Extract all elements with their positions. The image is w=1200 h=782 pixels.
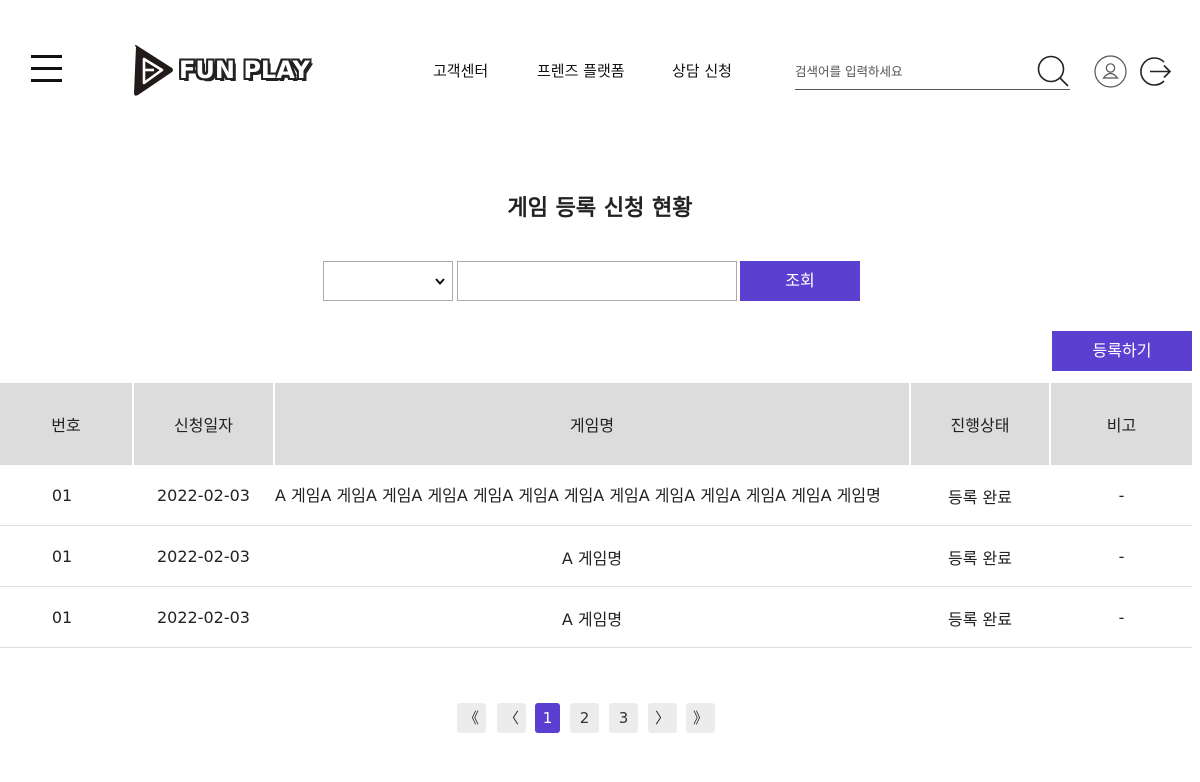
table-header: 번호 신청일자 게임명 진행상태 비고: [0, 383, 1192, 465]
search-submit-button[interactable]: 조회: [740, 261, 860, 301]
table-row[interactable]: 01 2022-02-03 A 게임명 등록 완료 -: [0, 526, 1192, 587]
nav-consultation[interactable]: 상담 신청: [672, 60, 732, 81]
row-status: 등록 완료: [948, 548, 1012, 568]
row-game-name[interactable]: A 게임A 게임A 게임A 게임A 게임A 게임A 게임A 게임A 게임A 게임…: [275, 465, 907, 526]
row-date: 2022-02-03: [157, 608, 250, 627]
register-button[interactable]: 등록하기: [1052, 331, 1192, 371]
logo-text: FUN PLAY: [179, 56, 310, 84]
play-logo-icon: [134, 45, 173, 96]
user-icon[interactable]: [1094, 55, 1127, 88]
prev-page-button[interactable]: 〈: [497, 703, 526, 733]
row-number: 01: [51, 486, 73, 505]
row-game-name[interactable]: A 게임명: [275, 587, 909, 648]
filter-select[interactable]: [323, 261, 453, 301]
nav-customer-center[interactable]: 고객센터: [433, 60, 488, 81]
page-button-3[interactable]: 3: [609, 703, 638, 733]
site-header: FUN PLAY 고객센터 프렌즈 플랫폼 상담 신청: [0, 0, 1200, 130]
row-date: 2022-02-03: [157, 547, 250, 566]
page-button-2[interactable]: 2: [570, 703, 599, 733]
table-row[interactable]: 01 2022-02-03 A 게임명 등록 완료 -: [0, 587, 1192, 648]
logout-icon[interactable]: [1140, 55, 1172, 88]
row-status: 등록 완료: [948, 487, 1012, 507]
first-page-button[interactable]: 《: [457, 703, 486, 733]
row-number: 01: [51, 547, 73, 566]
row-note: -: [1118, 486, 1125, 505]
logo[interactable]: FUN PLAY: [132, 43, 310, 97]
menu-icon[interactable]: [31, 55, 63, 83]
last-page-button[interactable]: 》: [686, 703, 715, 733]
search-bar: [795, 52, 1070, 90]
page-title: 게임 등록 신청 현황: [507, 196, 693, 221]
column-header-note: 비고: [1051, 383, 1192, 465]
filter-input[interactable]: [457, 261, 737, 301]
column-header-status: 진행상태: [911, 383, 1049, 465]
column-header-game-name: 게임명: [275, 383, 909, 465]
column-header-date: 신청일자: [134, 383, 273, 465]
row-note: -: [1118, 547, 1125, 566]
page-button-1[interactable]: 1: [535, 703, 560, 733]
search-icon[interactable]: [1036, 54, 1070, 88]
row-game-name[interactable]: A 게임명: [275, 526, 909, 587]
pagination: 《 〈 1 2 3 〉 》: [0, 703, 1200, 733]
table-row[interactable]: 01 2022-02-03 A 게임A 게임A 게임A 게임A 게임A 게임A …: [0, 465, 1192, 526]
next-page-button[interactable]: 〉: [648, 703, 677, 733]
column-header-number: 번호: [0, 383, 132, 465]
row-status: 등록 완료: [948, 609, 1012, 629]
nav-friends-platform[interactable]: 프렌즈 플랫폼: [537, 60, 625, 81]
row-date: 2022-02-03: [157, 486, 250, 505]
row-number: 01: [51, 608, 73, 627]
search-input[interactable]: [795, 60, 1025, 82]
row-note: -: [1118, 608, 1125, 627]
chevron-down-icon: [435, 278, 445, 286]
registration-table: 번호 신청일자 게임명 진행상태 비고 01 2022-02-03 A 게임A …: [0, 383, 1192, 648]
